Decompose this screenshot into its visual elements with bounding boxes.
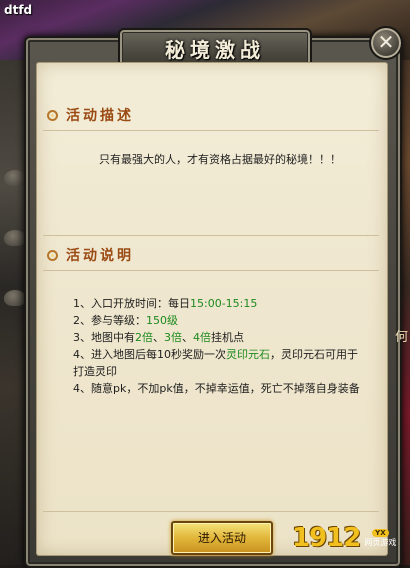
- divider: [43, 235, 379, 236]
- rule-highlight: 4倍: [193, 331, 211, 344]
- pot-decoration: [4, 230, 26, 246]
- divider: [43, 511, 379, 512]
- rule-text: 4、进入地图后每10秒奖励一次: [73, 348, 226, 361]
- rules-title: 活动说明: [66, 248, 134, 264]
- watermark-sub: YX 网页游戏: [364, 528, 397, 548]
- watermark-number: 1912: [292, 523, 361, 553]
- close-button[interactable]: ✕: [369, 26, 403, 60]
- event-dialog: 秘境激战 ✕ 活动描述 只有最强大的人，才有资格占据最好的秘境！！！ 活动说明 …: [24, 26, 403, 568]
- pot-decoration: [4, 170, 26, 186]
- rule-text: 3、地图中有: [73, 331, 135, 344]
- site-watermark: 1912 YX 网页游戏: [292, 523, 396, 553]
- rules-list: 1、入口开放时间：每日15:00-15:15 2、参与等级：150级 3、地图中…: [73, 295, 363, 397]
- rule-text: 4、随意pk，不加pk值，不掉幸运值，死亡不掉落自身装备: [73, 382, 360, 395]
- rule-item: 4、进入地图后每10秒奖励一次灵印元石，灵印元石可用于打造灵印: [73, 346, 363, 380]
- content-panel: 活动描述 只有最强大的人，才有资格占据最好的秘境！！！ 活动说明 1、入口开放时…: [36, 62, 388, 556]
- rule-text: 、: [153, 331, 164, 344]
- rule-highlight: 2倍: [135, 331, 153, 344]
- intro-text: 只有最强大的人，才有资格占据最好的秘境！！！: [99, 153, 341, 166]
- section-header-intro: 活动描述: [47, 105, 134, 125]
- intro-title: 活动描述: [66, 108, 134, 124]
- close-icon: ✕: [377, 30, 395, 54]
- bullet-icon: [47, 109, 58, 121]
- side-glyph: 何: [394, 330, 408, 345]
- section-header-rules: 活动说明: [47, 245, 134, 265]
- rule-text: 1、入口开放时间：每日: [73, 297, 190, 310]
- rule-item: 4、随意pk，不加pk值，不掉幸运值，死亡不掉落自身装备: [73, 380, 363, 397]
- rule-text: 2、参与等级：: [73, 314, 146, 327]
- rule-item: 2、参与等级：150级: [73, 312, 363, 329]
- enter-event-button[interactable]: 进入活动: [171, 521, 273, 555]
- rule-item: 1、入口开放时间：每日15:00-15:15: [73, 295, 363, 312]
- divider: [43, 130, 379, 131]
- rule-text: 、: [182, 331, 193, 344]
- bullet-icon: [47, 249, 58, 261]
- rule-highlight: 15:00-15:15: [190, 297, 258, 310]
- watermark-caption: 网页游戏: [364, 537, 397, 547]
- site-tag: dtfd: [4, 3, 33, 17]
- rule-highlight: 3倍: [164, 331, 182, 344]
- rule-highlight: 灵印元石: [226, 348, 270, 361]
- divider: [43, 270, 379, 271]
- watermark-badge: YX: [372, 528, 389, 537]
- pot-decoration: [4, 290, 26, 306]
- rule-highlight: 150级: [146, 314, 178, 327]
- rule-item: 3、地图中有2倍、3倍、4倍挂机点: [73, 329, 363, 346]
- rule-text: 挂机点: [211, 331, 244, 344]
